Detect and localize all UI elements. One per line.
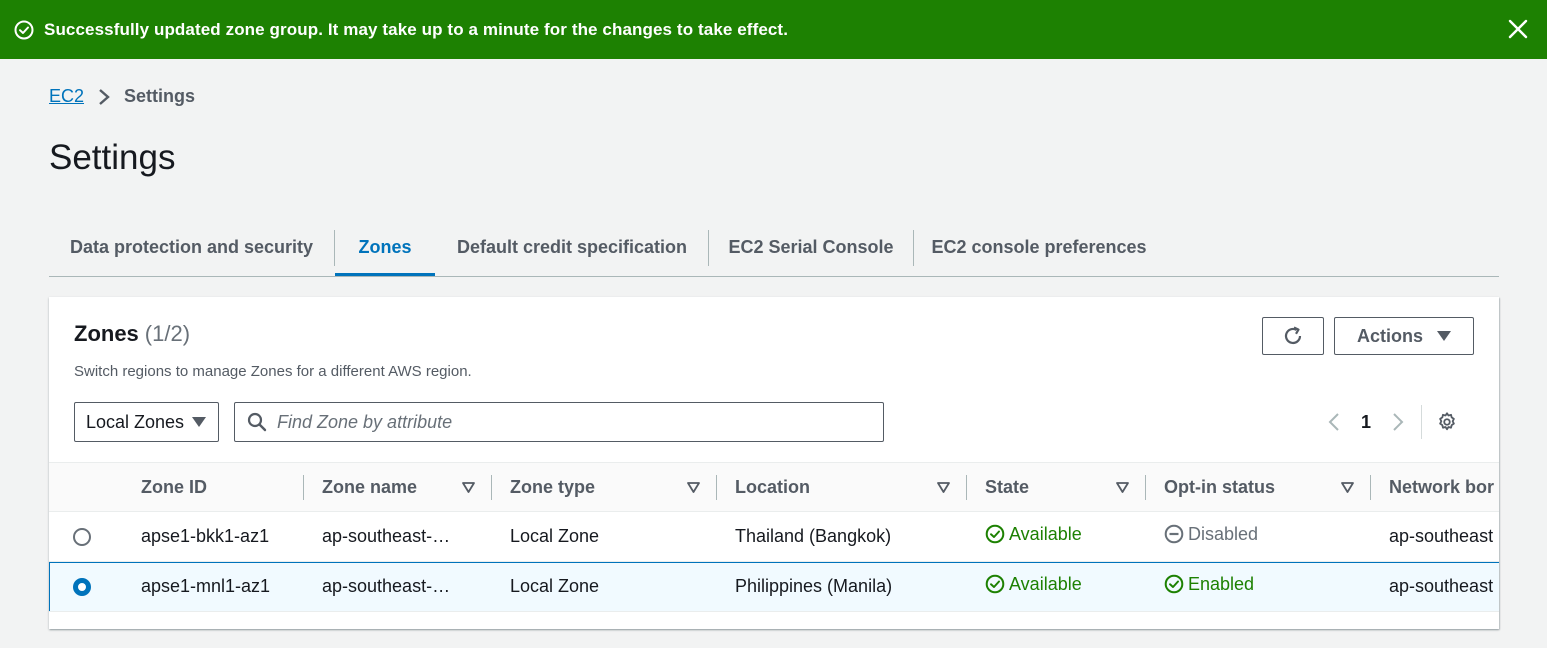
cell-zone-name: ap-southeast-… [322,526,451,546]
sort-caret-icon [462,482,475,493]
opt-in-text: Enabled [1188,573,1255,594]
cell-opt-in-status: Enabled [1146,562,1371,612]
success-flash-banner: Successfully updated zone group. It may … [0,0,1547,59]
cell-zone-type: Local Zone [510,526,600,546]
column-header-network-border[interactable]: Network bor [1371,463,1499,512]
check-circle-icon [985,574,1005,594]
page-title: Settings [49,138,176,177]
pager-divider [1421,405,1423,439]
selection-count: (1/2) [144,321,191,346]
refresh-button[interactable] [1262,317,1324,355]
page-number[interactable]: 1 [1361,412,1371,433]
cell-state: Available [967,512,1146,562]
check-circle-icon [14,20,34,39]
cell-opt-in-status: Disabled [1146,512,1371,562]
settings-tabs: Data protection and security Zones Defau… [49,220,1499,277]
search-input[interactable] [277,411,857,433]
sort-caret-icon [687,482,700,493]
actions-button[interactable]: Actions [1334,317,1474,355]
panel-header: Zones (1/2) [74,321,190,347]
column-header-zone-id[interactable]: Zone ID [123,463,304,512]
cell-zone-type: Local Zone [510,576,600,596]
sort-caret-icon [937,482,950,493]
opt-in-status: Disabled [1164,524,1258,545]
cell-network-border: ap-southeast [1389,526,1494,546]
cell-zone-name: ap-southeast-… [322,576,451,596]
tab-data-protection[interactable]: Data protection and security [49,220,334,275]
cell-network-border: ap-southeast [1389,576,1494,596]
minus-circle-icon [1164,524,1184,544]
chevron-left-icon[interactable] [1327,412,1341,432]
tab-serial-console[interactable]: EC2 Serial Console [709,220,913,275]
panel-description: Switch regions to manage Zones for a dif… [74,363,472,380]
state-text: Available [1009,523,1082,544]
column-header-zone-type[interactable]: Zone type [492,463,717,512]
row-select-cell [49,512,123,562]
close-icon[interactable] [1507,18,1529,40]
row-radio-button[interactable] [73,528,91,547]
state-status: Available [985,574,1082,595]
gear-icon[interactable] [1436,411,1458,433]
cell-location: Thailand (Bangkok) [735,526,892,546]
breadcrumb-link-ec2[interactable]: EC2 [49,86,84,107]
pagination: 1 [1327,405,1458,439]
table-row[interactable]: apse1-bkk1-az1 ap-southeast-… Local Zone… [49,512,1499,562]
zones-panel: Zones (1/2) Switch regions to manage Zon… [49,297,1499,629]
breadcrumb: EC2 Settings [49,86,195,107]
caret-down-icon [1437,331,1451,341]
panel-title: Zones [74,321,139,346]
cell-state: Available [967,562,1146,612]
search-box [234,402,884,442]
row-select-cell [49,562,123,612]
refresh-icon [1284,326,1302,345]
breadcrumb-current: Settings [124,86,196,106]
sort-caret-icon [1116,482,1129,493]
column-header-location[interactable]: Location [717,463,967,512]
search-icon [247,412,267,432]
actions-label: Actions [1356,325,1423,346]
sort-caret-icon [1341,482,1354,493]
chevron-right-icon[interactable] [1391,412,1405,432]
tab-console-preferences[interactable]: EC2 console preferences [914,220,1164,275]
zone-group-select[interactable]: Local Zones [74,402,219,442]
flash-message: Successfully updated zone group. It may … [44,19,789,39]
cell-zone-id: apse1-mnl1-az1 [141,576,271,596]
column-header-opt-in-status[interactable]: Opt-in status [1146,463,1371,512]
column-header-zone-name[interactable]: Zone name [304,463,492,512]
zone-group-value: Local Zones [86,411,185,432]
caret-down-icon [192,417,206,427]
check-circle-icon [985,524,1005,544]
row-radio-button[interactable] [73,578,91,597]
tab-default-credit[interactable]: Default credit specification [436,220,708,275]
cell-zone-id: apse1-bkk1-az1 [141,526,270,546]
table-row[interactable]: apse1-mnl1-az1 ap-southeast-… Local Zone… [49,561,1499,612]
table-header-row: Zone ID Zone name Zone type Location Sta… [49,462,1499,512]
chevron-right-icon [99,88,110,105]
select-column-header [49,463,123,512]
column-header-state[interactable]: State [967,463,1146,512]
opt-in-text: Disabled [1188,523,1259,544]
tab-zones[interactable]: Zones [335,220,435,276]
zones-table: Zone ID Zone name Zone type Location Sta… [49,462,1499,612]
cell-location: Philippines (Manila) [735,576,893,596]
opt-in-status: Enabled [1164,574,1254,595]
state-status: Available [985,524,1082,545]
check-circle-icon [1164,574,1184,594]
state-text: Available [1009,573,1082,594]
